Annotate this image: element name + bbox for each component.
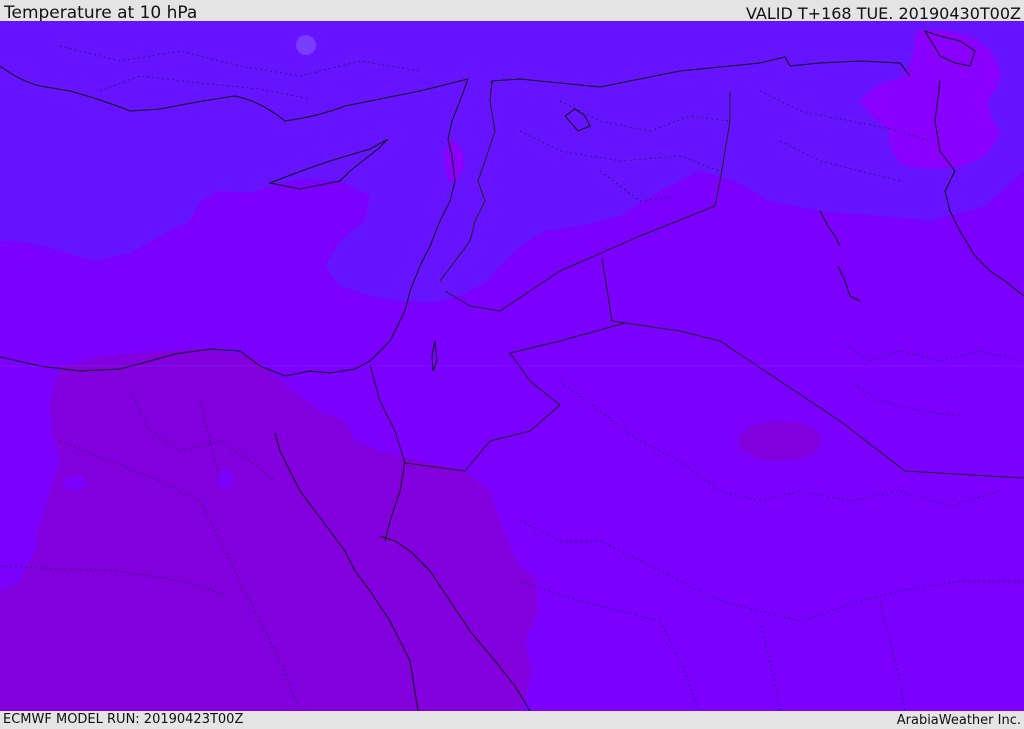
model-run-label: ECMWF MODEL RUN: 20190423T00Z: [3, 712, 244, 727]
warm-patch-arabia: [738, 421, 822, 461]
header-bar: Temperature at 10 hPa VALID T+168 TUE. 2…: [0, 0, 1024, 23]
map-title: Temperature at 10 hPa: [4, 3, 198, 23]
weather-map: [0, 21, 1024, 711]
footer-bar: ECMWF MODEL RUN: 20190423T00Z ArabiaWeat…: [0, 711, 1024, 729]
map-area: [0, 21, 1024, 711]
credit-label: ArabiaWeather Inc.: [896, 713, 1021, 728]
cool-spot-libya: [63, 476, 87, 490]
light-temperature-spot: [296, 35, 316, 55]
